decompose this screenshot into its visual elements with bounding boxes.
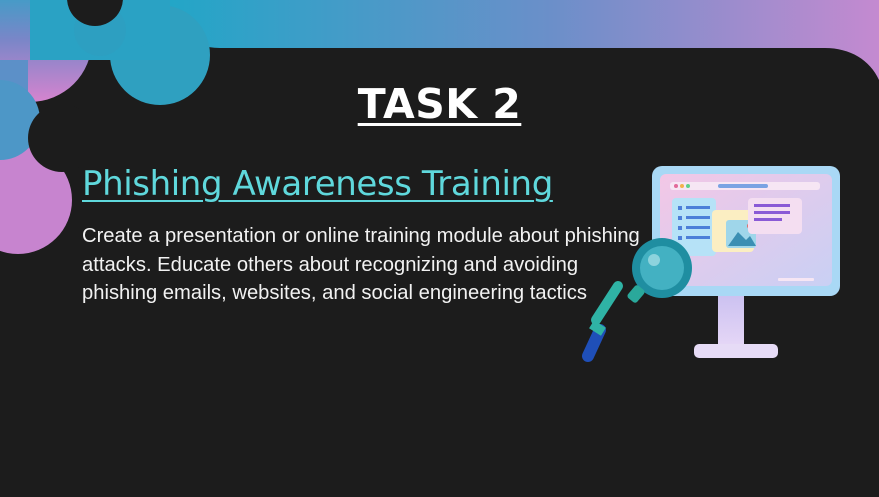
slide: TASK 2 Phishing Awareness Training Creat… — [0, 0, 879, 497]
magnifying-glass-icon — [582, 238, 692, 362]
body-paragraph: Create a presentation or online training… — [82, 225, 640, 305]
monitor-illustration — [582, 166, 840, 362]
subtitle-link[interactable]: Phishing Awareness Training — [82, 164, 553, 204]
page-title: TASK 2 — [357, 80, 522, 128]
